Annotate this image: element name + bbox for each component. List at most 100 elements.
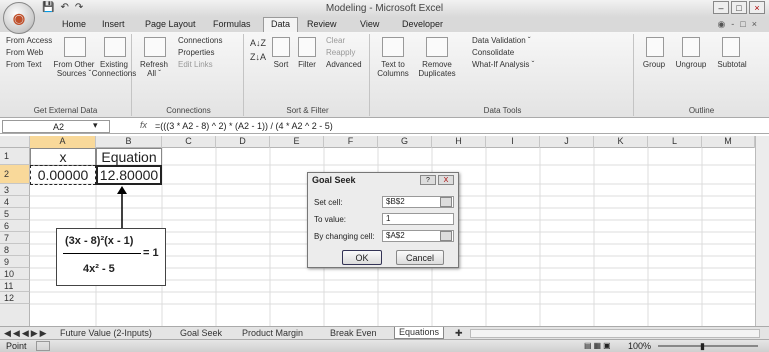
cell-b2[interactable]: 12.80000 xyxy=(96,165,162,185)
cell-a2[interactable]: 0.00000 xyxy=(30,165,96,185)
edit-links-button[interactable]: Edit Links xyxy=(178,60,213,69)
existing-label-1: Existing xyxy=(99,60,128,69)
close-icon[interactable]: X xyxy=(438,175,454,185)
column-header-m[interactable]: M xyxy=(702,136,755,148)
consolidate-button[interactable]: Consolidate xyxy=(472,48,514,57)
sheet-tab-equations[interactable]: Equations xyxy=(394,327,445,339)
collapse-dialog-icon[interactable] xyxy=(440,231,452,241)
insert-function-icon[interactable]: fx xyxy=(140,120,147,130)
sheet-tab-product-margin[interactable]: Product Margin xyxy=(242,328,303,338)
existing-connections-icon xyxy=(104,37,126,57)
ungroup-button[interactable]: Ungroup xyxy=(670,60,712,69)
row-header-7[interactable]: 7 xyxy=(0,232,30,244)
zoom-level[interactable]: 100% xyxy=(628,341,651,351)
data-validation-button[interactable]: Data Validation ˇ xyxy=(472,36,531,45)
from-access-button[interactable]: From Access xyxy=(6,36,52,45)
window-title: Modeling - Microsoft Excel xyxy=(325,3,444,14)
sheet-tab-break-even[interactable]: Break Even xyxy=(330,328,377,338)
column-header-g[interactable]: G xyxy=(378,136,432,148)
row-header-4[interactable]: 4 xyxy=(0,196,30,208)
existing-connections-button[interactable]: Existing Connections xyxy=(90,60,138,78)
row-header-12[interactable]: 12 xyxy=(0,292,30,304)
zoom-thumb[interactable]: ▮ xyxy=(700,341,705,352)
advanced-button[interactable]: Advanced xyxy=(326,60,362,69)
column-header-b[interactable]: B xyxy=(96,136,162,148)
existing-label-2: Connections xyxy=(91,69,137,78)
name-box-dropdown-icon[interactable]: ▾ xyxy=(93,120,98,131)
column-header-a[interactable]: A xyxy=(30,136,96,148)
subtotal-icon xyxy=(722,37,740,57)
text-to-columns-button[interactable]: Text to Columns xyxy=(372,60,414,78)
refresh-label-2: All ˇ xyxy=(147,69,161,78)
group-button[interactable]: Group xyxy=(638,60,670,69)
refresh-all-button[interactable]: Refresh All ˇ xyxy=(134,60,174,78)
tab-view[interactable]: View xyxy=(360,19,379,29)
formula-input[interactable]: =(((3 * A2 - 8) ^ 2) * (A2 - 1)) / (4 * … xyxy=(155,120,333,132)
sort-za-icon[interactable]: Z↓A xyxy=(250,52,266,62)
insert-sheet-icon[interactable]: ✚ xyxy=(455,328,463,339)
properties-button[interactable]: Properties xyxy=(178,48,214,57)
row-header-1[interactable]: 1 xyxy=(0,148,30,165)
view-buttons[interactable]: ▤▦▣ xyxy=(584,341,613,350)
vertical-scrollbar[interactable] xyxy=(755,136,769,326)
sheet-tab-goal-seek[interactable]: Goal Seek xyxy=(180,328,222,338)
row-header-5[interactable]: 5 xyxy=(0,208,30,220)
horizontal-scrollbar[interactable] xyxy=(470,329,760,338)
collapse-dialog-icon[interactable] xyxy=(440,197,452,207)
row-header-8[interactable]: 8 xyxy=(0,244,30,256)
tab-home[interactable]: Home xyxy=(62,19,86,29)
filter-button[interactable]: Filter xyxy=(294,60,320,69)
tab-insert[interactable]: Insert xyxy=(102,19,125,29)
row-header-2[interactable]: 2 xyxy=(0,165,30,184)
cell-b1[interactable]: Equation xyxy=(96,148,162,166)
sheet-nav-arrows[interactable]: ◀◀◀▶▶ xyxy=(4,328,49,339)
column-header-k[interactable]: K xyxy=(594,136,648,148)
to-value-input[interactable]: 1 xyxy=(382,213,454,225)
column-header-f[interactable]: F xyxy=(324,136,378,148)
row-header-3[interactable]: 3 xyxy=(0,184,30,196)
column-header-j[interactable]: J xyxy=(540,136,594,148)
cancel-button[interactable]: Cancel xyxy=(396,250,444,265)
column-header-i[interactable]: I xyxy=(486,136,540,148)
restore-icon[interactable]: □ xyxy=(731,1,747,14)
what-if-analysis-button[interactable]: What-If Analysis ˇ xyxy=(472,60,534,69)
close-icon[interactable]: × xyxy=(749,1,765,14)
from-text-button[interactable]: From Text xyxy=(6,60,41,69)
tab-formulas[interactable]: Formulas xyxy=(213,19,251,29)
row-header-10[interactable]: 10 xyxy=(0,268,30,280)
help-icon[interactable]: ? xyxy=(420,175,436,185)
macro-record-icon[interactable] xyxy=(36,341,50,351)
tab-review[interactable]: Review xyxy=(307,19,337,29)
clear-button[interactable]: Clear xyxy=(326,36,345,45)
ribbon-window-controls[interactable]: ◉-□× xyxy=(717,19,763,30)
sort-az-icon[interactable]: A↓Z xyxy=(250,38,266,48)
reapply-button[interactable]: Reapply xyxy=(326,48,355,57)
sort-button[interactable]: Sort xyxy=(268,60,294,69)
connections-button[interactable]: Connections xyxy=(178,36,222,45)
minimize-icon[interactable]: – xyxy=(713,1,729,14)
column-header-l[interactable]: L xyxy=(648,136,702,148)
tab-developer[interactable]: Developer xyxy=(402,19,443,29)
row-header-9[interactable]: 9 xyxy=(0,256,30,268)
cell-a1[interactable]: x xyxy=(30,148,96,166)
tab-page-layout[interactable]: Page Layout xyxy=(145,19,196,29)
zoom-slider[interactable] xyxy=(658,345,758,347)
remove-duplicates-button[interactable]: Remove Duplicates xyxy=(414,60,460,78)
sheet-tab-future-value[interactable]: Future Value (2-Inputs) xyxy=(60,328,152,338)
tab-data[interactable]: Data xyxy=(263,17,299,32)
office-button[interactable]: ◉ xyxy=(3,2,35,34)
subtotal-button[interactable]: Subtotal xyxy=(712,60,752,69)
column-header-h[interactable]: H xyxy=(432,136,486,148)
row-header-6[interactable]: 6 xyxy=(0,220,30,232)
select-all-corner[interactable] xyxy=(0,136,30,148)
column-header-d[interactable]: D xyxy=(216,136,270,148)
sheet-tab-bar: ◀◀◀▶▶ Future Value (2-Inputs) Goal Seek … xyxy=(0,326,769,339)
ok-button[interactable]: OK xyxy=(342,250,382,265)
column-header-e[interactable]: E xyxy=(270,136,324,148)
refresh-label-1: Refresh xyxy=(139,60,168,69)
equation-numerator: (3x - 8)²(x - 1) xyxy=(65,235,134,247)
column-header-c[interactable]: C xyxy=(162,136,216,148)
from-web-button[interactable]: From Web xyxy=(6,48,43,57)
row-header-11[interactable]: 11 xyxy=(0,280,30,292)
group-label: Sort & Filter xyxy=(286,106,329,115)
